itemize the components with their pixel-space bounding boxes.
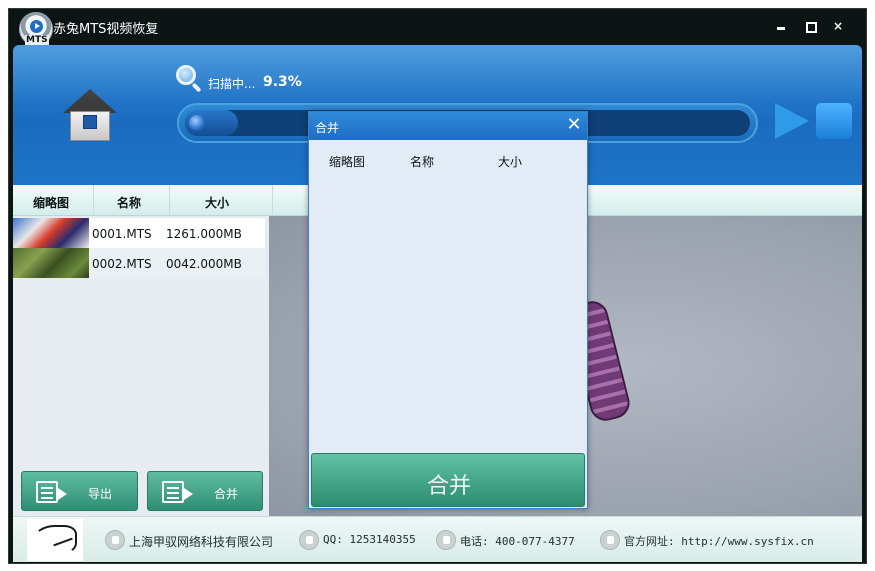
app-logo-label: MTS (25, 35, 49, 45)
search-icon (176, 65, 204, 93)
home-roof-icon (63, 89, 117, 113)
company-icon (105, 530, 125, 550)
merge-button-label: 合并 (214, 487, 239, 501)
stop-button[interactable] (816, 103, 852, 139)
app-logo-icon: MTS (19, 12, 53, 46)
merge-dialog: 合并 ✕ 缩略图 名称 大小 合并 (308, 111, 588, 509)
column-size: 大小 (205, 196, 230, 210)
column-thumbnail: 缩略图 (33, 196, 70, 210)
company-name: 上海甲驭网络科技有限公司 (129, 535, 274, 549)
company-logo-icon (27, 519, 83, 561)
home-button[interactable] (63, 89, 117, 143)
merge-button[interactable]: 合并 (147, 471, 263, 511)
minimize-icon[interactable] (774, 19, 788, 33)
dialog-title-bar: 合并 ✕ (309, 112, 587, 140)
file-size: 1261.000MB (166, 227, 242, 241)
column-name: 名称 (117, 196, 142, 210)
scan-percent: 9.3% (263, 74, 302, 90)
app-window: MTS 赤兔MTS视频恢复 × 扫描中... 9.3% 缩略图 名称 大小 00… (0, 0, 875, 571)
home-door-icon (83, 115, 97, 129)
play-circle-icon (30, 20, 43, 33)
table-row[interactable]: 0002.MTS 0042.000MB (13, 248, 265, 278)
scan-status-label: 扫描中... (208, 77, 256, 91)
window-frame: MTS 赤兔MTS视频恢复 × 扫描中... 9.3% 缩略图 名称 大小 00… (8, 8, 867, 564)
export-button-label: 导出 (88, 487, 113, 501)
export-document-icon (36, 481, 58, 503)
merge-document-icon (162, 481, 184, 503)
file-name: 0002.MTS (92, 257, 152, 271)
file-size: 0042.000MB (166, 257, 242, 271)
arrow-right-icon (58, 488, 67, 500)
phone-number: 电话: 400-077-4377 (460, 535, 575, 548)
dialog-column-name: 名称 (410, 155, 435, 169)
dialog-column-thumbnail: 缩略图 (329, 155, 366, 169)
close-icon[interactable]: × (831, 19, 845, 33)
dialog-merge-label: 合并 (426, 474, 471, 499)
table-row[interactable]: 0001.MTS 1261.000MB (13, 218, 265, 248)
arrow-right-icon (184, 488, 193, 500)
video-thumbnail (13, 248, 89, 278)
status-bar: 上海甲驭网络科技有限公司 QQ: 1253140355 电话: 400-077-… (13, 516, 862, 562)
qq-number: QQ: 1253140355 (323, 533, 416, 546)
globe-icon (600, 530, 620, 550)
dialog-close-icon[interactable]: ✕ (565, 116, 583, 134)
export-button[interactable]: 导出 (21, 471, 138, 511)
progress-knob-icon (189, 115, 205, 131)
dialog-title: 合并 (315, 121, 340, 135)
website-link[interactable]: 官方网址: http://www.sysfix.cn (624, 533, 814, 549)
maximize-icon[interactable] (803, 19, 817, 33)
play-button[interactable] (775, 103, 809, 139)
dialog-merge-button[interactable]: 合并 (311, 453, 585, 507)
window-title: 赤兔MTS视频恢复 (53, 22, 159, 37)
video-thumbnail (13, 218, 89, 248)
horse-icon (33, 525, 77, 555)
dialog-column-size: 大小 (498, 155, 523, 169)
file-name: 0001.MTS (92, 227, 152, 241)
qq-icon (299, 530, 319, 550)
phone-icon (436, 530, 456, 550)
title-bar: MTS 赤兔MTS视频恢复 × (9, 9, 866, 46)
